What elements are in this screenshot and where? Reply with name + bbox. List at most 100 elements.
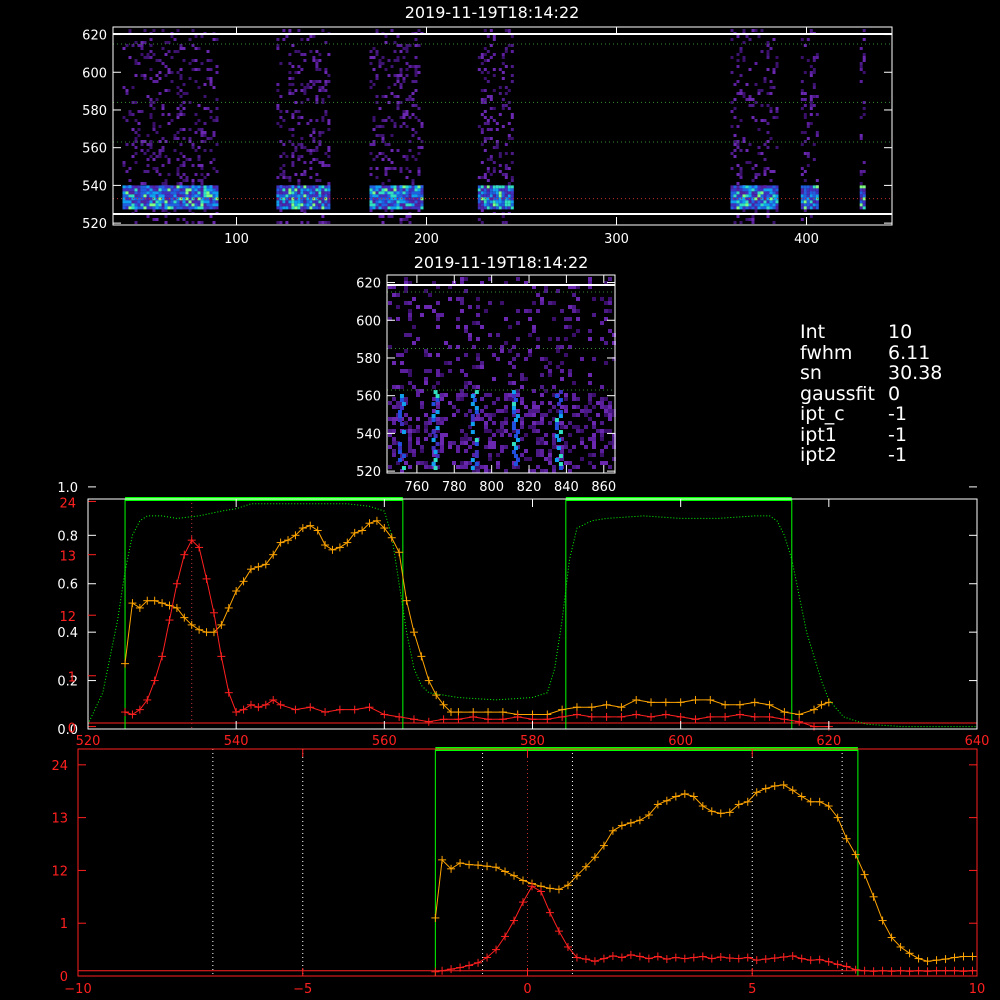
noise-pixel: [324, 89, 328, 92]
noise-pixel: [312, 128, 316, 131]
noise-pixel: [500, 445, 504, 449]
noise-pixel: [152, 80, 156, 83]
noise-pixel: [417, 173, 421, 176]
noise-pixel: [745, 161, 749, 164]
noise-pixel: [279, 167, 283, 170]
band-pixel: [745, 185, 749, 189]
noise-pixel: [134, 221, 138, 224]
band-pixel: [176, 194, 180, 198]
band-pixel: [282, 203, 286, 207]
noise-pixel: [396, 441, 400, 445]
noise-pixel: [472, 365, 476, 369]
noise-pixel: [164, 209, 168, 212]
noise-pixel: [143, 182, 147, 185]
band-pixel: [763, 206, 767, 210]
line-pixel: [431, 414, 436, 419]
band-pixel: [498, 194, 502, 198]
noise-pixel: [440, 417, 444, 421]
noise-pixel: [294, 101, 298, 104]
noise-pixel: [375, 167, 379, 170]
noise-pixel: [576, 405, 580, 409]
noise-pixel: [769, 86, 773, 89]
noise-pixel: [300, 83, 304, 86]
noise-pixel: [500, 301, 504, 305]
noise-pixel: [760, 50, 764, 53]
band-pixel: [324, 203, 328, 207]
noise-pixel: [179, 152, 183, 155]
noise-pixel: [369, 173, 373, 176]
noise-pixel: [161, 47, 165, 50]
band-pixel: [803, 185, 807, 189]
band-pixel: [859, 185, 863, 189]
noise-pixel: [745, 35, 749, 38]
noise-pixel: [318, 143, 322, 146]
noise-pixel: [552, 393, 556, 397]
band-pixel: [276, 203, 280, 207]
noise-pixel: [730, 56, 734, 59]
band-pixel: [279, 206, 283, 210]
noise-pixel: [812, 104, 816, 107]
band-pixel: [495, 185, 499, 189]
noise-pixel: [564, 393, 568, 397]
noise-pixel: [592, 465, 596, 469]
noise-pixel: [381, 137, 385, 140]
band-pixel: [489, 197, 493, 201]
noise-pixel: [294, 173, 298, 176]
band-pixel: [806, 188, 810, 192]
band-pixel: [501, 185, 505, 189]
noise-pixel: [600, 437, 604, 441]
band-pixel: [128, 203, 132, 207]
noise-pixel: [176, 29, 180, 32]
band-pixel: [197, 185, 201, 189]
noise-pixel: [291, 161, 295, 164]
noise-pixel: [212, 158, 216, 161]
noise-pixel: [158, 59, 162, 62]
noise-pixel: [194, 122, 198, 125]
noise-pixel: [282, 170, 286, 173]
noise-pixel: [556, 393, 560, 397]
noise-pixel: [387, 167, 391, 170]
band-pixel: [134, 191, 138, 195]
noise-pixel: [279, 95, 283, 98]
noise-pixel: [763, 167, 767, 170]
noise-pixel: [733, 83, 737, 86]
noise-pixel: [185, 92, 189, 95]
band-pixel: [399, 185, 403, 189]
noise-pixel: [440, 393, 444, 397]
noise-pixel: [200, 167, 204, 170]
noise-pixel: [576, 429, 580, 433]
band-pixel: [206, 206, 210, 210]
noise-pixel: [134, 137, 138, 140]
band-pixel: [369, 191, 373, 195]
noise-pixel: [730, 38, 734, 41]
x-tick-label: 5: [748, 982, 756, 997]
line-pixel: [431, 446, 436, 451]
band-pixel: [158, 185, 162, 189]
noise-pixel: [480, 98, 484, 101]
noise-pixel: [372, 47, 376, 50]
noise-pixel: [396, 107, 400, 110]
noise-pixel: [131, 143, 135, 146]
band-pixel: [396, 191, 400, 195]
noise-pixel: [507, 134, 511, 137]
noise-pixel: [306, 122, 310, 125]
noise-pixel: [408, 437, 412, 441]
noise-pixel: [532, 401, 536, 405]
noise-pixel: [548, 401, 552, 405]
noise-pixel: [424, 465, 428, 469]
band-pixel: [170, 194, 174, 198]
band-pixel: [176, 200, 180, 204]
noise-pixel: [556, 337, 560, 341]
noise-pixel: [739, 176, 743, 179]
line-pixel: [399, 406, 404, 411]
noise-pixel: [492, 74, 496, 77]
noise-pixel: [552, 437, 556, 441]
line-pixel: [470, 466, 475, 471]
noise-pixel: [197, 155, 201, 158]
noise-pixel: [321, 221, 325, 224]
noise-pixel: [158, 77, 162, 80]
transmission-curve: [87, 503, 977, 728]
noise-pixel: [548, 453, 552, 457]
noise-pixel: [472, 469, 476, 473]
noise-pixel: [288, 83, 292, 86]
